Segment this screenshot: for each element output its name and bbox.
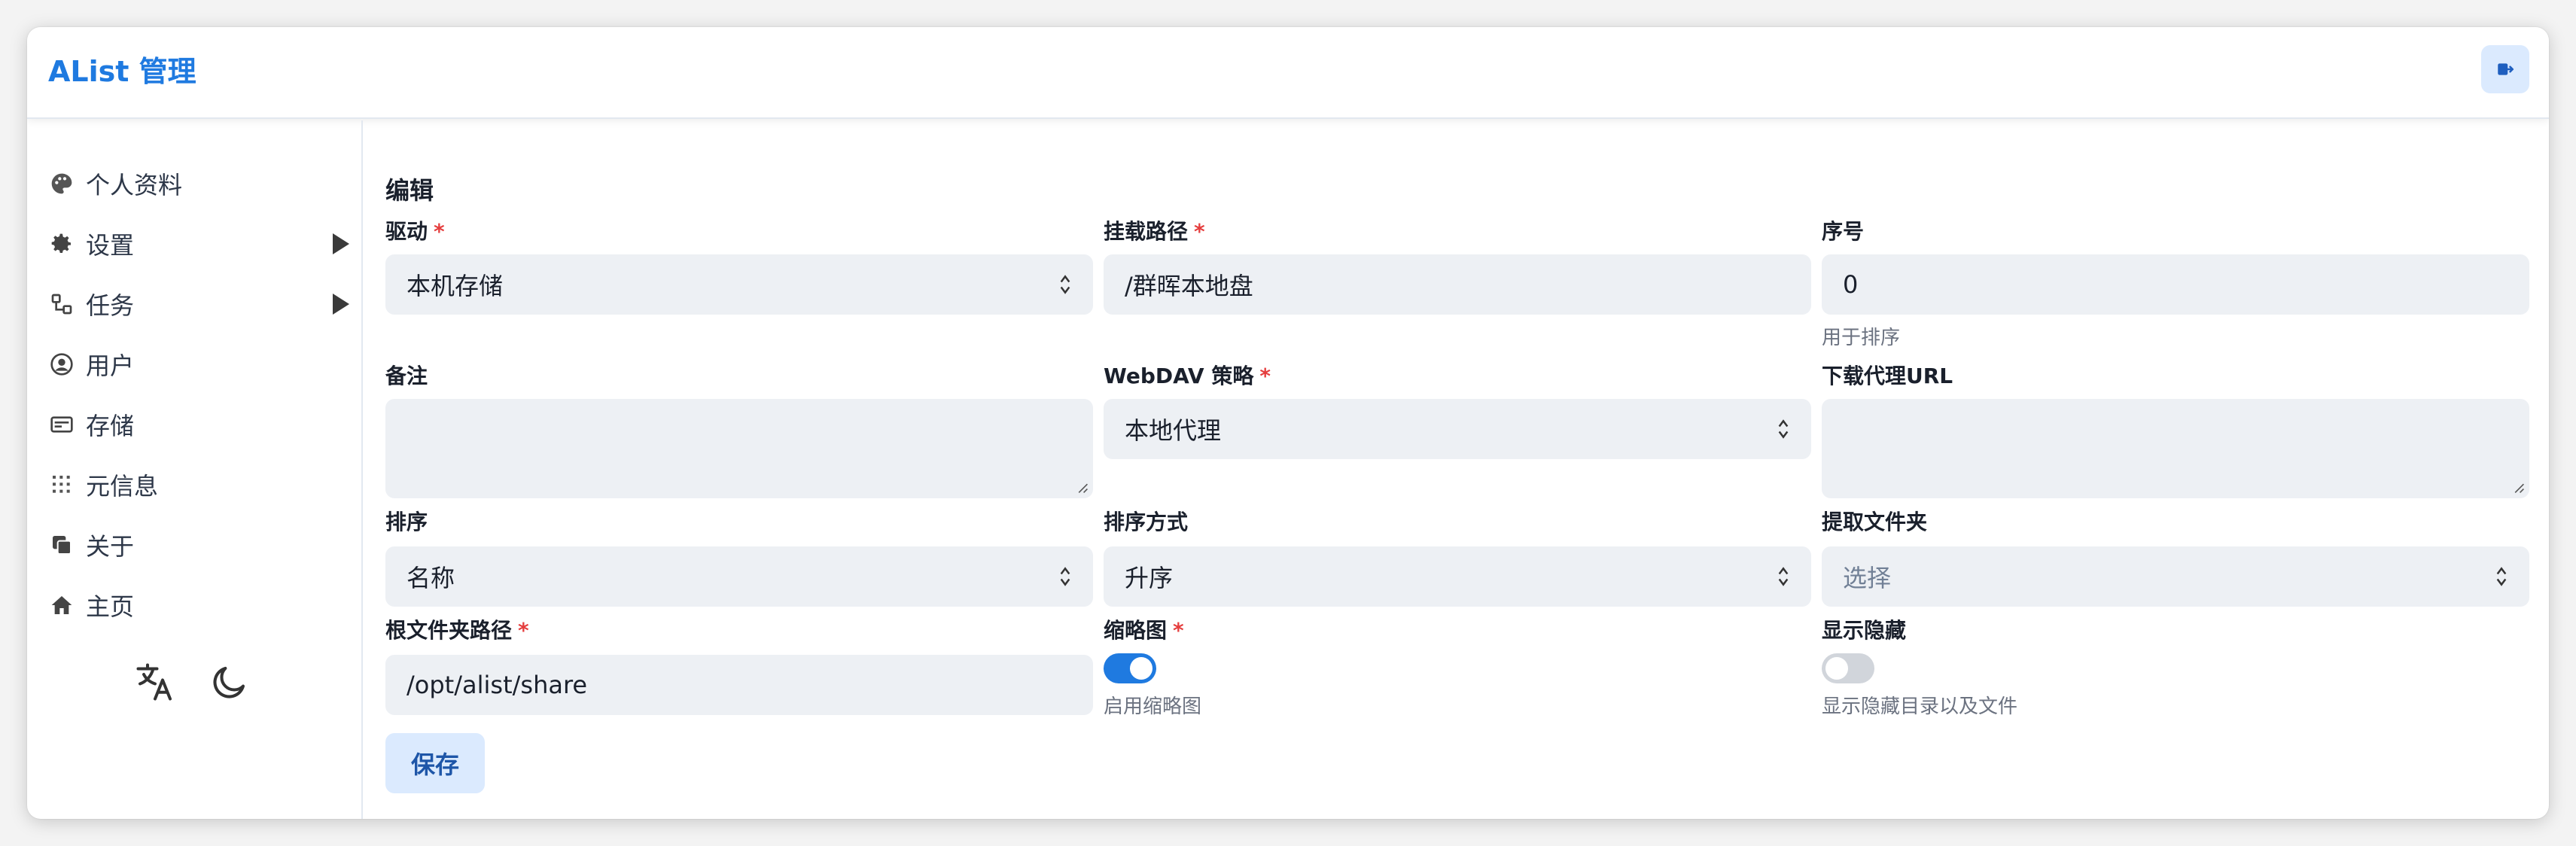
show-hidden-label: 显示隐藏 <box>1822 618 1907 643</box>
user-circle-icon <box>48 351 75 378</box>
gear-icon <box>48 230 75 257</box>
app-title: AList 管理 <box>48 55 196 88</box>
driver-select[interactable]: 本机存储 <box>385 254 1093 315</box>
webdav-policy-select[interactable]: 本地代理 <box>1104 399 1811 459</box>
sidebar-item-label: 主页 <box>86 592 135 621</box>
order-helper: 用于排序 <box>1822 327 1901 349</box>
download-proxy-textarea[interactable] <box>1822 399 2529 498</box>
resize-grip-icon[interactable] <box>1076 482 1089 494</box>
thumbnail-label: 缩略图 * <box>1104 618 1184 643</box>
thumbnail-toggle[interactable] <box>1104 653 1156 683</box>
sidebar-item-storage[interactable]: 存储 <box>48 402 349 447</box>
sidebar-item-label: 关于 <box>86 532 135 561</box>
root-folder-input[interactable]: /opt/alist/share <box>385 655 1093 715</box>
root-folder-label: 根文件夹路径 * <box>385 618 529 643</box>
remark-label: 备注 <box>385 364 428 388</box>
save-button[interactable]: 保存 <box>385 733 485 793</box>
select-chevron-icon <box>1778 567 1789 586</box>
show-hidden-helper: 显示隐藏目录以及文件 <box>1822 695 2018 718</box>
sidebar-item-about[interactable]: 关于 <box>48 522 349 568</box>
thumbnail-helper: 启用缩略图 <box>1104 695 1202 718</box>
storage-icon <box>48 411 75 438</box>
expand-arrow-icon[interactable] <box>333 233 349 254</box>
sidebar-item-settings[interactable]: 设置 <box>48 221 349 266</box>
tasks-icon <box>48 291 75 318</box>
order-direction-label: 排序方式 <box>1104 510 1189 534</box>
order-by-select[interactable]: 名称 <box>385 546 1093 607</box>
sidebar-item-profile[interactable]: 个人资料 <box>48 161 349 206</box>
logout-icon <box>2498 63 2514 75</box>
app-window: AList 管理 个人资料 设置 任务 用户 存储 元信息 关于 主页 编辑 驱… <box>27 27 2549 819</box>
toggle-knob <box>1130 657 1153 680</box>
sidebar-item-users[interactable]: 用户 <box>48 342 349 387</box>
sidebar: 个人资料 设置 任务 用户 存储 元信息 关于 主页 <box>27 120 363 819</box>
top-header: AList 管理 <box>27 27 2549 119</box>
extract-folder-label: 提取文件夹 <box>1822 510 1928 534</box>
order-label: 序号 <box>1822 219 1865 244</box>
select-chevron-icon <box>1060 275 1070 294</box>
driver-label: 驱动 * <box>385 219 445 244</box>
palette-icon <box>48 170 75 197</box>
sidebar-item-label: 设置 <box>86 231 135 260</box>
sidebar-item-home[interactable]: 主页 <box>48 583 349 628</box>
main-content: 编辑 驱动 * 本机存储 挂载路径 * /群晖本地盘 序号 0 用于排序 备注 We… <box>385 120 2538 819</box>
translate-icon[interactable] <box>132 659 178 708</box>
meta-icon <box>48 471 75 498</box>
select-chevron-icon <box>1060 567 1070 586</box>
logout-button[interactable] <box>2481 45 2529 93</box>
expand-arrow-icon[interactable] <box>333 294 349 315</box>
resize-grip-icon[interactable] <box>2513 482 2525 494</box>
home-icon <box>48 592 75 619</box>
sidebar-item-meta[interactable]: 元信息 <box>48 462 349 507</box>
order-input[interactable]: 0 <box>1822 254 2529 315</box>
sidebar-item-label: 任务 <box>86 291 135 320</box>
sidebar-footer <box>132 659 250 708</box>
sidebar-item-label: 个人资料 <box>86 171 183 199</box>
sidebar-item-label: 存储 <box>86 412 135 440</box>
select-chevron-icon <box>2496 567 2507 586</box>
mount-path-label: 挂载路径 * <box>1104 219 1205 244</box>
moon-icon[interactable] <box>209 662 250 705</box>
sidebar-item-label: 用户 <box>86 351 135 380</box>
remark-textarea[interactable] <box>385 399 1093 498</box>
copy-icon <box>48 531 75 558</box>
toggle-knob <box>1825 657 1848 680</box>
sidebar-item-label: 元信息 <box>86 472 159 501</box>
show-hidden-toggle[interactable] <box>1822 653 1874 683</box>
order-direction-select[interactable]: 升序 <box>1104 546 1811 607</box>
order-by-label: 排序 <box>385 510 428 534</box>
page-title: 编辑 <box>385 176 434 205</box>
select-chevron-icon <box>1778 419 1789 439</box>
webdav-policy-label: WebDAV 策略 * <box>1104 364 1271 388</box>
download-proxy-label: 下载代理URL <box>1822 364 1953 388</box>
extract-folder-select[interactable]: 选择 <box>1822 546 2529 607</box>
mount-path-input[interactable]: /群晖本地盘 <box>1104 254 1811 315</box>
sidebar-item-tasks[interactable]: 任务 <box>48 281 349 327</box>
